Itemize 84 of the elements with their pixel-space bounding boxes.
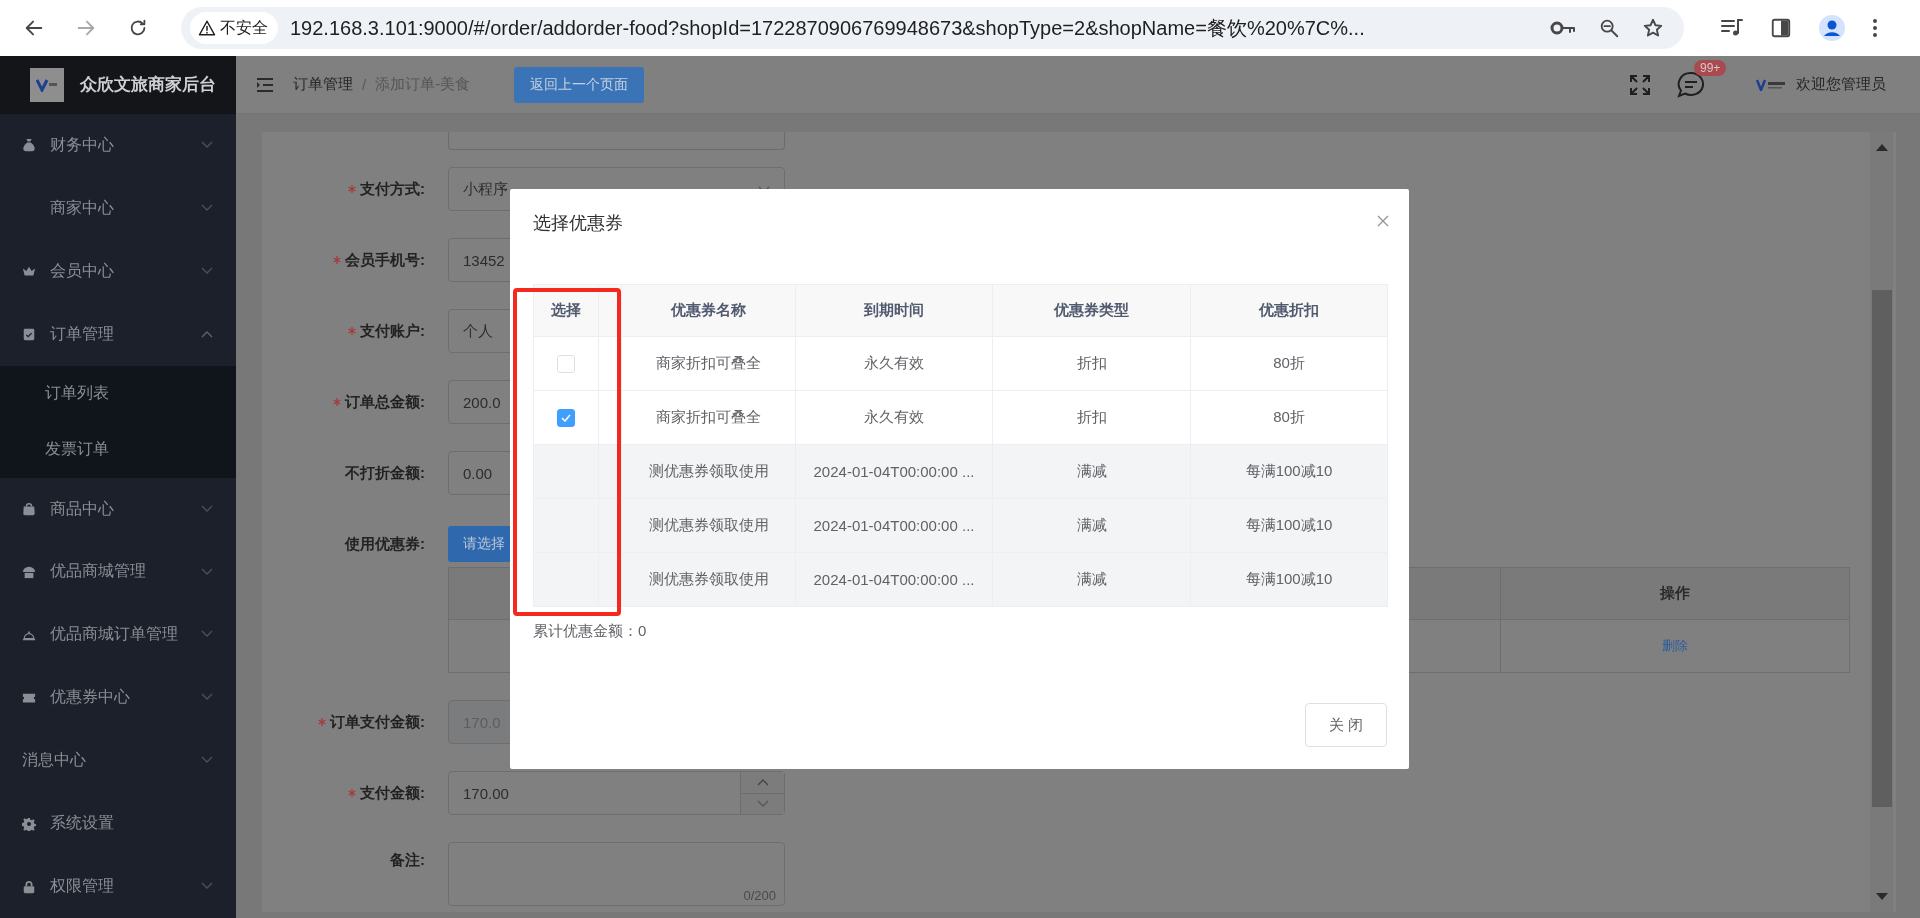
- menu-item[interactable]: 系统设置: [0, 792, 236, 856]
- table-cell: 80折: [1190, 390, 1388, 445]
- table-cell: 2024-01-04T00:00:00 ...: [795, 444, 993, 499]
- logo-icon: [30, 67, 64, 102]
- security-chip[interactable]: 不安全: [190, 12, 278, 44]
- table-cell: 满减: [992, 552, 1191, 607]
- back-button[interactable]: 返回上一个页面: [514, 66, 645, 103]
- breadcrumb-separator: /: [362, 76, 367, 93]
- down-arrow-icon[interactable]: [1875, 893, 1888, 900]
- field-label: 使用优惠券:: [345, 534, 425, 554]
- table-cell: 每满100减10: [1190, 552, 1388, 607]
- table-cell: 商家折扣可叠全: [621, 390, 796, 445]
- field-label: 会员手机号:: [345, 250, 425, 270]
- submenu-item[interactable]: 发票订单: [0, 421, 236, 478]
- menu-item[interactable]: 商家中心: [0, 176, 236, 240]
- table-cell: 测优惠券领取使用: [621, 552, 796, 607]
- table-cell: 满减: [992, 444, 1191, 499]
- close-button[interactable]: 关 闭: [1305, 703, 1387, 747]
- table-cell: 80折: [1190, 336, 1388, 391]
- zoom-icon[interactable]: [1598, 17, 1620, 39]
- column-header: 优惠券类型: [992, 284, 1191, 337]
- check-icon: [561, 414, 571, 422]
- notification-badge: 99+: [1694, 59, 1727, 76]
- table-cell: 永久有效: [795, 336, 993, 391]
- field-label: 订单支付金额:: [330, 712, 425, 732]
- menu-item[interactable]: 财务中心: [0, 113, 236, 177]
- settings-icon: [22, 816, 36, 831]
- menu-icon[interactable]: [1872, 17, 1878, 39]
- field-label: 订单总金额:: [345, 392, 425, 412]
- table-cell: 测优惠券领取使用: [621, 444, 796, 499]
- logo-icon: [1756, 78, 1786, 91]
- menu-item[interactable]: 消息中心: [0, 729, 236, 793]
- close-icon[interactable]: [1377, 215, 1389, 227]
- field-label: 支付金额:: [360, 783, 425, 803]
- column-header: 优惠券名称: [621, 284, 796, 337]
- scrollbar-thumb[interactable]: [1871, 290, 1892, 807]
- field-label: 支付账户:: [360, 321, 425, 341]
- menu-item[interactable]: 优惠券中心: [0, 666, 236, 730]
- table-cell: 折扣: [992, 390, 1191, 445]
- column-header: 操作: [1500, 568, 1849, 620]
- menu-item[interactable]: 会员中心: [0, 239, 236, 303]
- table-cell: 2024-01-04T00:00:00 ...: [795, 552, 993, 607]
- table-cell: 折扣: [992, 336, 1191, 391]
- menu-item[interactable]: 订单管理: [0, 302, 236, 366]
- total-discount-text: 累计优惠金额：0: [533, 622, 648, 641]
- clipboard-check-icon: [22, 327, 36, 342]
- greeting-text: 欢迎您管理员: [1796, 75, 1886, 94]
- table-cell: 满减: [992, 498, 1191, 553]
- warning-icon: [198, 19, 216, 37]
- field-label: 不打折金额:: [345, 463, 425, 483]
- up-arrow-icon[interactable]: [1875, 144, 1888, 151]
- table-cell: 2024-01-04T00:00:00 ...: [795, 498, 993, 553]
- number-field[interactable]: 170.00: [448, 771, 785, 815]
- submenu-item[interactable]: 订单列表: [0, 365, 236, 422]
- shopping-bag-icon: [22, 502, 36, 517]
- menu-item[interactable]: 优品商城管理: [0, 540, 236, 604]
- menu-item[interactable]: 优品商城订单管理: [0, 603, 236, 667]
- lock-icon: [22, 879, 36, 894]
- column-header: 优惠折扣: [1190, 284, 1388, 337]
- fullscreen-icon[interactable]: [1630, 74, 1650, 95]
- column-header: 到期时间: [795, 284, 993, 337]
- menu-item[interactable]: 权限管理: [0, 855, 236, 918]
- increment-icon[interactable]: [756, 778, 769, 786]
- field-label: 备注:: [390, 850, 425, 870]
- table-cell: 永久有效: [795, 390, 993, 445]
- star-icon[interactable]: [1642, 17, 1664, 39]
- profile-icon[interactable]: [1818, 14, 1846, 42]
- checkbox[interactable]: [557, 409, 575, 427]
- menu-icon[interactable]: [256, 76, 274, 93]
- address-bar[interactable]: 不安全 192.168.3.101:9000/#/order/addorder-food?shopId=1722870906769948673&shopType=2&shopName=餐饮%20%7C%...: [181, 7, 1684, 49]
- side-panel-icon[interactable]: [1770, 17, 1792, 39]
- moneybag-icon: [22, 138, 36, 153]
- table-cell: 测优惠券领取使用: [621, 498, 796, 553]
- url-text: 192.168.3.101:9000/#/order/addorder-food?shopId=1722870906769948673&shopType=2&shopName=餐饮%20%7C%...: [290, 15, 1365, 41]
- dialog-title: 选择优惠券: [533, 212, 623, 235]
- field-label: 支付方式:: [360, 179, 425, 199]
- menu-item[interactable]: 商品中心: [0, 477, 236, 541]
- table-cell: 每满100减10: [1190, 498, 1388, 553]
- column-header: 选择: [533, 284, 599, 337]
- table-cell: 商家折扣可叠全: [621, 336, 796, 391]
- table-cell: 每满100减10: [1190, 444, 1388, 499]
- brand-name: 众欣文旅商家后台: [80, 74, 216, 97]
- breadcrumb-item[interactable]: 订单管理: [293, 75, 353, 94]
- store-icon: [22, 565, 36, 579]
